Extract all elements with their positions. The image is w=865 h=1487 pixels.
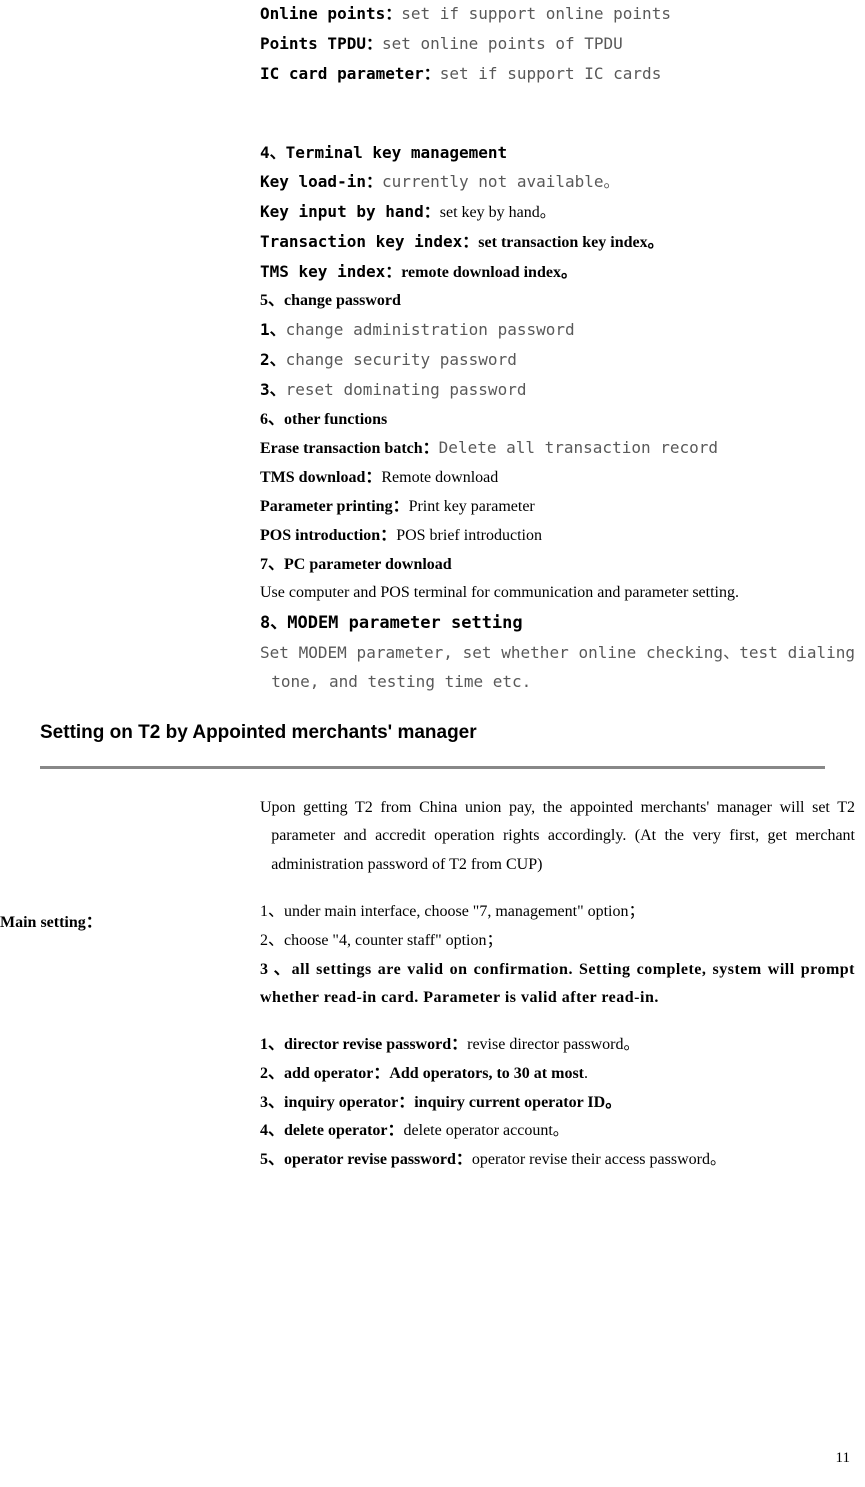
main-setting-label: Main setting： bbox=[0, 909, 102, 938]
manager-step3: 3 、all settings are valid on confirmatio… bbox=[260, 956, 855, 1014]
section8-desc: Set MODEM parameter, set whether online … bbox=[260, 639, 855, 697]
page-number: 11 bbox=[836, 1445, 850, 1472]
tms-download-desc: Remote download bbox=[381, 469, 498, 486]
manager-step2: 2、choose "4, counter staff" option； bbox=[260, 927, 855, 956]
s5-item1-desc: change administration password bbox=[286, 320, 575, 339]
txn-key-index-desc: set transaction key index。 bbox=[478, 234, 663, 251]
manager-heading: Setting on T2 by Appointed merchants' ma… bbox=[40, 716, 865, 750]
manager-step3-text: 、all settings are valid on confirmation.… bbox=[260, 961, 855, 1007]
key-input-desc: set key by hand。 bbox=[440, 204, 556, 221]
op4-desc: delete operator account。 bbox=[404, 1122, 569, 1139]
ic-card-label: IC card parameter： bbox=[260, 64, 440, 83]
online-points-row: Online points：set if support online poin… bbox=[260, 0, 855, 30]
tms-key-index-desc: remote download index。 bbox=[401, 264, 577, 281]
key-loadin-row: Key load-in：currently not available。 bbox=[260, 168, 855, 198]
key-input-label: Key input by hand： bbox=[260, 202, 440, 221]
ic-card-row: IC card parameter：set if support IC card… bbox=[260, 60, 855, 90]
tms-key-index-label: TMS key index： bbox=[260, 262, 401, 281]
op3-label: 3、inquiry operator： bbox=[260, 1094, 414, 1111]
param-print-row: Parameter printing：Print key parameter bbox=[260, 493, 855, 522]
key-loadin-desc: currently not available。 bbox=[382, 172, 620, 191]
section8-heading: 8、MODEM parameter setting bbox=[260, 608, 855, 639]
s5-item3: 3、reset dominating password bbox=[260, 376, 855, 406]
online-points-desc: set if support online points bbox=[401, 4, 671, 23]
section4-heading: 4、Terminal key management bbox=[260, 139, 855, 168]
online-points-label: Online points： bbox=[260, 4, 401, 23]
manager-step1: 1、under main interface, choose "7, manag… bbox=[260, 898, 855, 927]
param-print-label: Parameter printing： bbox=[260, 498, 409, 515]
txn-key-index-row: Transaction key index：set transaction ke… bbox=[260, 228, 855, 258]
op2-row: 2、add operator：Add operators, to 30 at m… bbox=[260, 1060, 855, 1089]
txn-key-index-label: Transaction key index： bbox=[260, 232, 478, 251]
s5-item1: 1、change administration password bbox=[260, 316, 855, 346]
op5-row: 5、operator revise password：operator revi… bbox=[260, 1146, 855, 1175]
section5-heading: 5、change password bbox=[260, 287, 855, 316]
op4-label: 4、delete operator： bbox=[260, 1122, 404, 1139]
divider bbox=[40, 766, 825, 769]
op2-desc: Add operators, to 30 at most bbox=[389, 1065, 584, 1082]
op1-desc: revise director password。 bbox=[467, 1036, 639, 1053]
pos-intro-label: POS introduction： bbox=[260, 527, 396, 544]
param-print-desc: Print key parameter bbox=[409, 498, 535, 515]
op1-label: 1、director revise password： bbox=[260, 1036, 467, 1053]
points-tpdu-desc: set online points of TPDU bbox=[382, 34, 623, 53]
section7-desc: Use computer and POS terminal for commun… bbox=[260, 579, 855, 608]
erase-desc: Delete all transaction record bbox=[439, 438, 718, 457]
s5-item1-num: 1、 bbox=[260, 320, 286, 339]
erase-label: Erase transaction batch： bbox=[260, 440, 439, 457]
op4-row: 4、delete operator：delete operator accoun… bbox=[260, 1117, 855, 1146]
section7-heading: 7、PC parameter download bbox=[260, 551, 855, 580]
s5-item3-desc: reset dominating password bbox=[286, 380, 527, 399]
manager-step3-num: 3 bbox=[260, 961, 268, 978]
manager-intro: Upon getting T2 from China union pay, th… bbox=[260, 794, 855, 880]
op5-desc: operator revise their access password。 bbox=[472, 1151, 726, 1168]
s5-item2-num: 2、 bbox=[260, 350, 286, 369]
erase-row: Erase transaction batch：Delete all trans… bbox=[260, 434, 855, 464]
tms-download-label: TMS download： bbox=[260, 469, 381, 486]
ic-card-desc: set if support IC cards bbox=[440, 64, 662, 83]
op5-label: 5、operator revise password： bbox=[260, 1151, 472, 1168]
points-tpdu-label: Points TPDU： bbox=[260, 34, 382, 53]
tms-key-index-row: TMS key index：remote download index。 bbox=[260, 258, 855, 288]
op2-label: 2、add operator： bbox=[260, 1065, 389, 1082]
tms-download-row: TMS download：Remote download bbox=[260, 464, 855, 493]
s5-item2-desc: change security password bbox=[286, 350, 517, 369]
op2-period: . bbox=[584, 1065, 588, 1082]
op1-row: 1、director revise password：revise direct… bbox=[260, 1031, 855, 1060]
s5-item2: 2、change security password bbox=[260, 346, 855, 376]
key-loadin-label: Key load-in： bbox=[260, 172, 382, 191]
section6-heading: 6、other functions bbox=[260, 406, 855, 435]
key-input-row: Key input by hand：set key by hand。 bbox=[260, 198, 855, 228]
op3-desc: inquiry current operator ID。 bbox=[414, 1094, 621, 1111]
s5-item3-num: 3、 bbox=[260, 380, 286, 399]
pos-intro-desc: POS brief introduction bbox=[396, 527, 542, 544]
pos-intro-row: POS introduction：POS brief introduction bbox=[260, 522, 855, 551]
op3-row: 3、inquiry operator：inquiry current opera… bbox=[260, 1089, 855, 1118]
points-tpdu-row: Points TPDU：set online points of TPDU bbox=[260, 30, 855, 60]
